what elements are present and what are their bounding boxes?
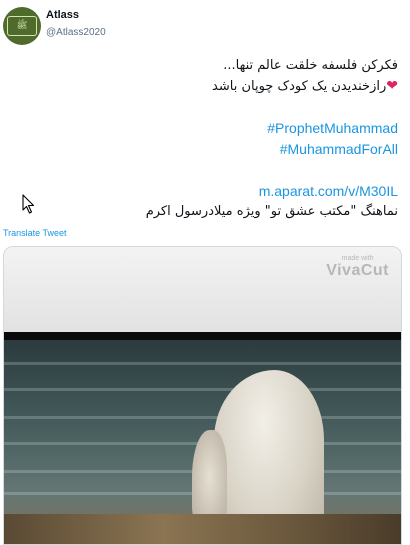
heart-icon: ❤ [386,78,398,94]
tweet-text-line-2: ❤رازخندیدن یک کودک چوپان باشد [212,78,398,94]
author-display-name[interactable]: Atlass [46,9,79,21]
mouse-cursor-icon [22,194,35,214]
shore-rocks [4,514,401,544]
aparat-url-link[interactable]: m.aparat.com/v/M30IL [259,183,398,199]
tweet-text-line-2-content: رازخندیدن یک کودک چوپان باشد [212,79,387,94]
hashtag-muhammadforall-link[interactable]: #MuhammadForAll [280,141,398,157]
wave [4,362,401,365]
wave [4,388,401,391]
tweet-text-line-3: نماهنگ "مکتب عشق تو" ویژه میلادرسول اکرم [145,204,398,219]
video-letterbox-band [4,332,401,340]
hashtag-prophetmuhammad-link[interactable]: #ProphetMuhammad [267,120,398,136]
watermark-big-text: VivaCut [326,262,389,279]
watermark-small-text: made with [341,255,374,262]
veiled-figure-child [192,430,227,525]
avatar[interactable]: ﷺ [3,7,41,45]
author-handle[interactable]: @Atlass2020 [46,27,106,38]
wave [4,416,401,419]
video-frame-sea-scene [4,340,401,544]
vivacut-watermark: made with VivaCut [326,255,389,280]
translate-tweet-link[interactable]: Translate Tweet [3,228,67,238]
tweet-text-line-1: فکرکن فلسفه خلقت عالم تنها... [223,58,398,73]
tweet-video-media[interactable]: made with VivaCut [3,246,402,545]
avatar-logo: ﷺ [7,16,37,36]
